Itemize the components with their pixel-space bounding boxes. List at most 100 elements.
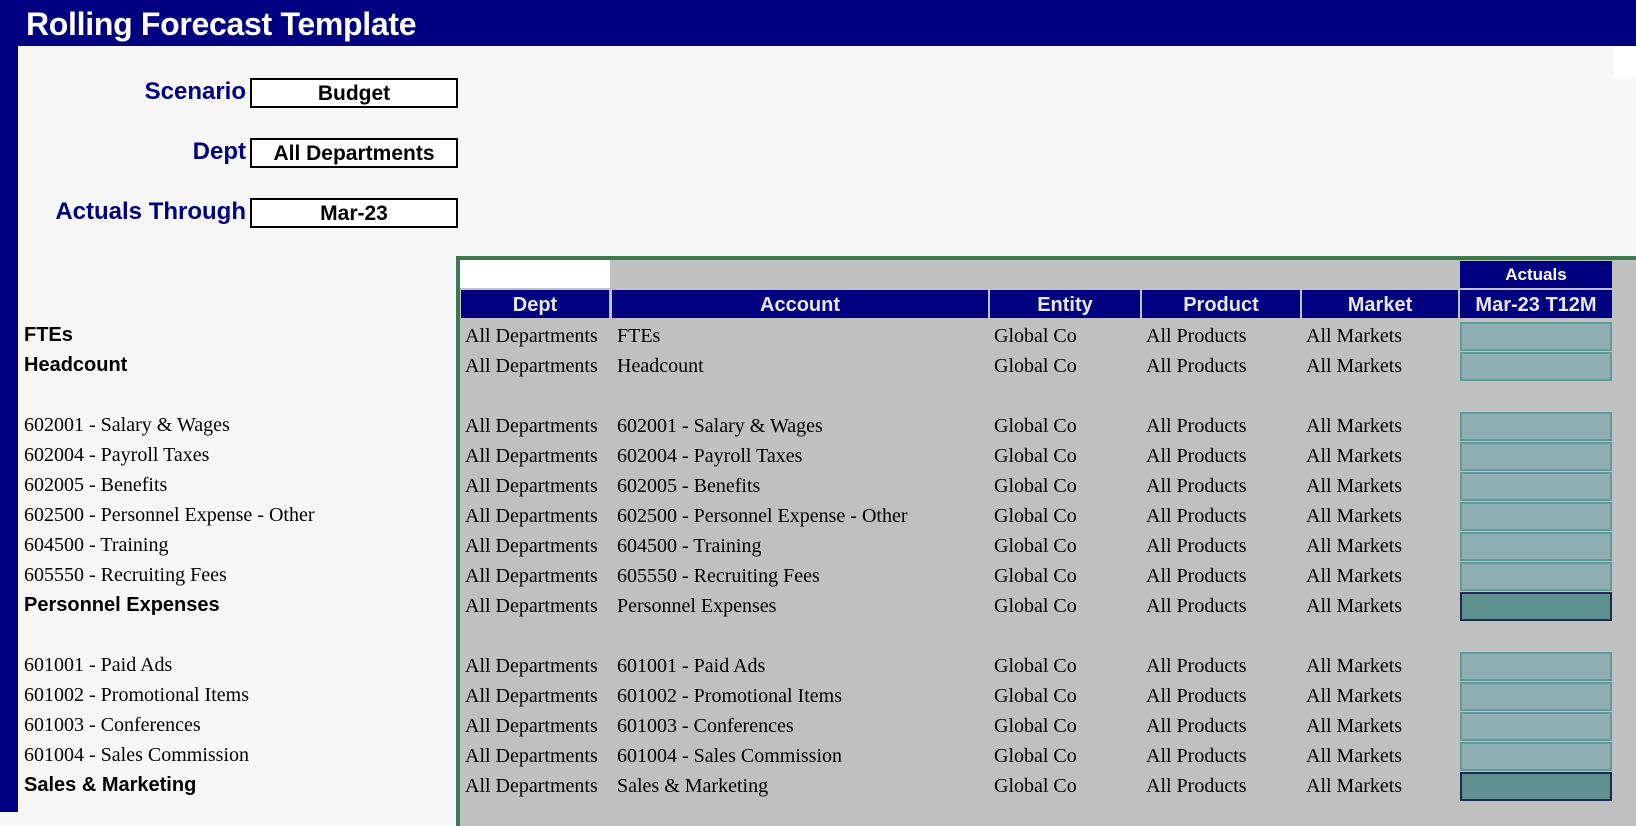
- cell-dept[interactable]: All Departments: [465, 655, 598, 678]
- cell-product[interactable]: All Products: [1146, 595, 1247, 618]
- actuals-input-cell[interactable]: [1460, 742, 1612, 771]
- cell-entity[interactable]: Global Co: [994, 685, 1077, 708]
- cell-dept[interactable]: All Departments: [465, 535, 598, 558]
- cell-market[interactable]: All Markets: [1306, 775, 1402, 798]
- row-label: 601001 - Paid Ads: [24, 654, 173, 676]
- cell-entity[interactable]: Global Co: [994, 325, 1077, 348]
- cell-account[interactable]: 601001 - Paid Ads: [617, 655, 765, 678]
- cell-market[interactable]: All Markets: [1306, 595, 1402, 618]
- cell-dept[interactable]: All Departments: [465, 325, 598, 348]
- cell-market[interactable]: All Markets: [1306, 685, 1402, 708]
- actuals-input-cell[interactable]: [1460, 352, 1612, 381]
- actuals-total-cell[interactable]: [1460, 772, 1612, 801]
- cell-account[interactable]: 601002 - Promotional Items: [617, 685, 842, 708]
- cell-entity[interactable]: Global Co: [994, 475, 1077, 498]
- cell-dept[interactable]: All Departments: [465, 715, 598, 738]
- cell-product[interactable]: All Products: [1146, 745, 1247, 768]
- cell-product[interactable]: All Products: [1146, 415, 1247, 438]
- actuals-input-cell[interactable]: [1460, 412, 1612, 441]
- column-header-actuals-t12m: Mar-23 T12M: [1460, 290, 1612, 318]
- column-header-account: Account: [612, 290, 988, 318]
- cell-account[interactable]: 601004 - Sales Commission: [617, 745, 842, 768]
- actuals-through-label: Actuals Through: [55, 198, 246, 225]
- cell-product[interactable]: All Products: [1146, 355, 1247, 378]
- cell-account[interactable]: 605550 - Recruiting Fees: [617, 565, 820, 588]
- cell-market[interactable]: All Markets: [1306, 565, 1402, 588]
- cell-entity[interactable]: Global Co: [994, 535, 1077, 558]
- cell-account[interactable]: 602500 - Personnel Expense - Other: [617, 505, 908, 528]
- actuals-group-header: Actuals: [1460, 261, 1612, 288]
- actuals-input-cell[interactable]: [1460, 712, 1612, 741]
- cell-entity[interactable]: Global Co: [994, 355, 1077, 378]
- dept-label: Dept: [192, 138, 246, 165]
- column-header-product: Product: [1142, 290, 1300, 318]
- column-header-dept: Dept: [461, 290, 609, 318]
- row-label: 601003 - Conferences: [24, 714, 201, 736]
- cell-account[interactable]: 601003 - Conferences: [617, 715, 794, 738]
- cell-product[interactable]: All Products: [1146, 715, 1247, 738]
- cell-entity[interactable]: Global Co: [994, 565, 1077, 588]
- cell-account[interactable]: 604500 - Training: [617, 535, 761, 558]
- cell-entity[interactable]: Global Co: [994, 745, 1077, 768]
- cell-product[interactable]: All Products: [1146, 445, 1247, 468]
- row-label: 601002 - Promotional Items: [24, 684, 249, 706]
- cell-market[interactable]: All Markets: [1306, 325, 1402, 348]
- actuals-input-cell[interactable]: [1460, 652, 1612, 681]
- scenario-input[interactable]: Budget: [250, 78, 458, 108]
- cell-dept[interactable]: All Departments: [465, 445, 598, 468]
- cell-dept[interactable]: All Departments: [465, 685, 598, 708]
- cell-dept[interactable]: All Departments: [465, 355, 598, 378]
- cell-product[interactable]: All Products: [1146, 475, 1247, 498]
- cell-dept[interactable]: All Departments: [465, 775, 598, 798]
- cell-account[interactable]: 602004 - Payroll Taxes: [617, 445, 802, 468]
- cell-account[interactable]: Personnel Expenses: [617, 595, 776, 618]
- dept-input[interactable]: All Departments: [250, 138, 458, 168]
- cell-account[interactable]: Sales & Marketing: [617, 775, 768, 798]
- cell-market[interactable]: All Markets: [1306, 505, 1402, 528]
- actuals-total-cell[interactable]: [1460, 592, 1612, 621]
- cell-dept[interactable]: All Departments: [465, 565, 598, 588]
- cell-account[interactable]: Headcount: [617, 355, 704, 378]
- cell-market[interactable]: All Markets: [1306, 355, 1402, 378]
- cell-market[interactable]: All Markets: [1306, 415, 1402, 438]
- cell-product[interactable]: All Products: [1146, 565, 1247, 588]
- cell-market[interactable]: All Markets: [1306, 535, 1402, 558]
- cell-product[interactable]: All Products: [1146, 685, 1247, 708]
- cell-entity[interactable]: Global Co: [994, 595, 1077, 618]
- cell-account[interactable]: FTEs: [617, 325, 660, 348]
- cell-account[interactable]: 602005 - Benefits: [617, 475, 760, 498]
- cell-market[interactable]: All Markets: [1306, 715, 1402, 738]
- cell-dept[interactable]: All Departments: [465, 745, 598, 768]
- cell-dept[interactable]: All Departments: [465, 415, 598, 438]
- cell-entity[interactable]: Global Co: [994, 445, 1077, 468]
- row-label: 602004 - Payroll Taxes: [24, 444, 210, 466]
- cell-account[interactable]: 602001 - Salary & Wages: [617, 415, 823, 438]
- actuals-input-cell[interactable]: [1460, 472, 1612, 501]
- cell-product[interactable]: All Products: [1146, 325, 1247, 348]
- cell-market[interactable]: All Markets: [1306, 745, 1402, 768]
- header-blank-cell: [460, 260, 610, 288]
- actuals-input-cell[interactable]: [1460, 442, 1612, 471]
- cell-entity[interactable]: Global Co: [994, 505, 1077, 528]
- cell-market[interactable]: All Markets: [1306, 475, 1402, 498]
- actuals-input-cell[interactable]: [1460, 562, 1612, 591]
- actuals-input-cell[interactable]: [1460, 682, 1612, 711]
- cell-dept[interactable]: All Departments: [465, 475, 598, 498]
- cell-product[interactable]: All Products: [1146, 535, 1247, 558]
- actuals-through-input[interactable]: Mar-23: [250, 198, 458, 228]
- cell-dept[interactable]: All Departments: [465, 505, 598, 528]
- cell-product[interactable]: All Products: [1146, 775, 1247, 798]
- actuals-input-cell[interactable]: [1460, 502, 1612, 531]
- cell-product[interactable]: All Products: [1146, 505, 1247, 528]
- cell-entity[interactable]: Global Co: [994, 715, 1077, 738]
- row-label: 602001 - Salary & Wages: [24, 414, 230, 436]
- cell-dept[interactable]: All Departments: [465, 595, 598, 618]
- cell-entity[interactable]: Global Co: [994, 415, 1077, 438]
- cell-product[interactable]: All Products: [1146, 655, 1247, 678]
- actuals-input-cell[interactable]: [1460, 532, 1612, 561]
- cell-entity[interactable]: Global Co: [994, 655, 1077, 678]
- cell-market[interactable]: All Markets: [1306, 445, 1402, 468]
- actuals-input-cell[interactable]: [1460, 322, 1612, 351]
- cell-market[interactable]: All Markets: [1306, 655, 1402, 678]
- cell-entity[interactable]: Global Co: [994, 775, 1077, 798]
